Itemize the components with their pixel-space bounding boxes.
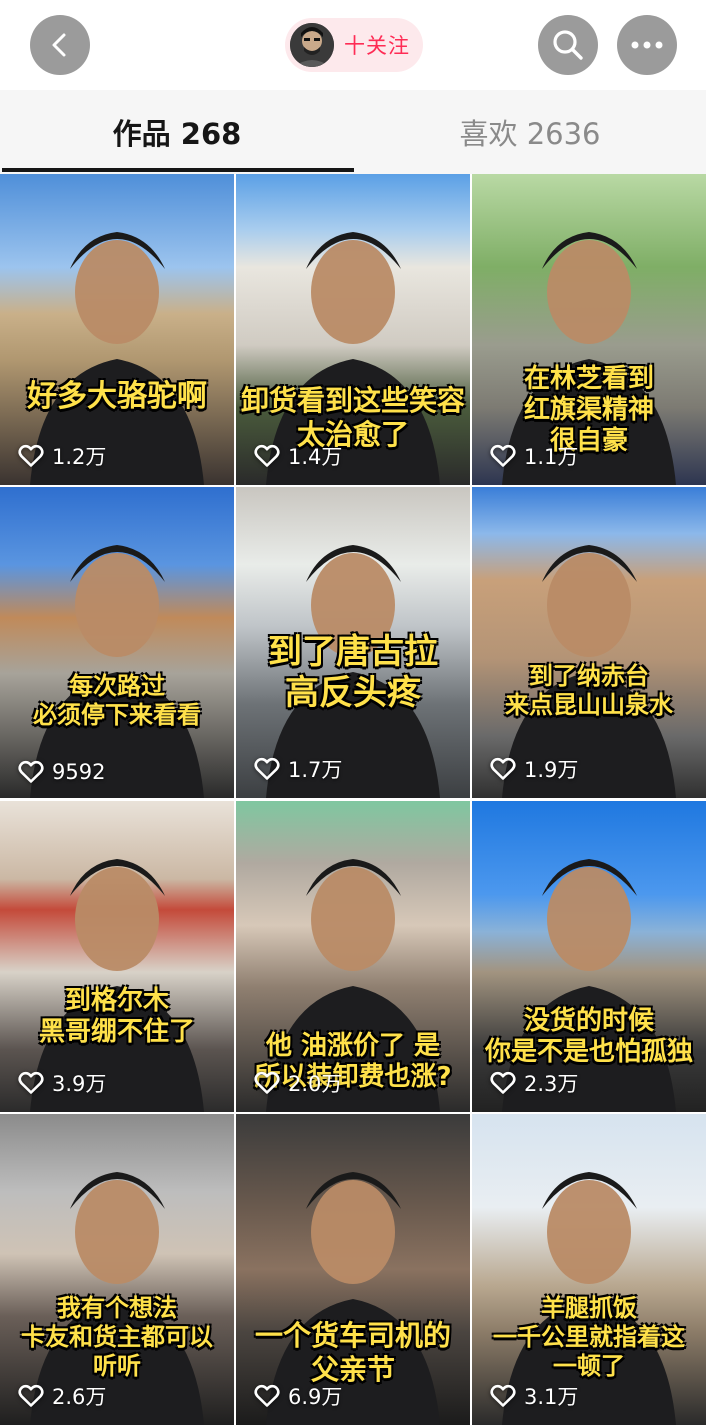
caption-line: 必须停下来看看 — [33, 700, 201, 729]
like-count-text: 2.3万 — [524, 1072, 579, 1096]
video-caption: 没货的时候 你是不是也怕孤独 — [472, 1006, 706, 1068]
caption-line: 卸货看到这些笑容 — [240, 384, 465, 417]
like-count-text: 2.6万 — [52, 1385, 107, 1409]
video-thumbnail[interactable]: 我有个想法 卡友和货主都可以 听听 2.6万 — [0, 1114, 234, 1425]
like-count: 2.0万 — [254, 1068, 342, 1098]
video-thumbnail[interactable]: 好多大骆驼啊 1.2万 — [0, 174, 234, 485]
search-icon — [553, 30, 583, 60]
video-thumbnail[interactable]: 没货的时候 你是不是也怕孤独 2.3万 — [472, 801, 706, 1112]
caption-line: 到了纳赤台 — [529, 662, 649, 690]
like-count: 1.4万 — [254, 441, 342, 471]
more-button[interactable] — [617, 15, 677, 75]
search-button[interactable] — [538, 15, 598, 75]
more-dots-icon — [631, 41, 663, 49]
like-count-text: 3.1万 — [524, 1385, 579, 1409]
heart-icon — [490, 1071, 516, 1094]
caption-line: 一千公里就指着这 — [493, 1322, 685, 1351]
video-thumbnail[interactable]: 每次路过 必须停下来看看 9592 — [0, 487, 234, 798]
like-count: 1.2万 — [18, 441, 106, 471]
like-count: 2.6万 — [18, 1381, 106, 1411]
like-count-text: 1.1万 — [524, 445, 579, 469]
like-count-text: 6.9万 — [288, 1385, 343, 1409]
heart-icon — [490, 1384, 516, 1407]
like-count-text: 1.9万 — [524, 758, 579, 782]
caption-line: 卡友和货主都可以 — [21, 1322, 213, 1351]
caption-line: 羊腿抓饭 — [541, 1294, 637, 1322]
like-count: 1.7万 — [254, 754, 342, 784]
video-thumbnail[interactable]: 卸货看到这些笑容 太治愈了 1.4万 — [236, 174, 470, 485]
video-thumbnail[interactable]: 到了纳赤台 来点昆山山泉水 1.9万 — [472, 487, 706, 798]
heart-icon — [254, 1071, 280, 1094]
caption-line: 好多大骆驼啊 — [27, 379, 207, 414]
video-caption: 到了纳赤台 来点昆山山泉水 — [472, 662, 706, 720]
thumbnail-image — [0, 801, 234, 1112]
caption-line: 你是不是也怕孤独 — [484, 1037, 693, 1068]
heart-icon — [254, 1384, 280, 1407]
thumbnail-image — [0, 487, 234, 798]
active-tab-indicator — [2, 168, 354, 172]
tab-works[interactable]: 作品 268 — [0, 90, 354, 174]
caption-line: 在林芝看到 — [523, 364, 654, 394]
heart-icon — [490, 444, 516, 467]
video-thumbnail[interactable]: 羊腿抓饭 一千公里就指着这 一顿了 3.1万 — [472, 1114, 706, 1425]
video-caption: 每次路过 必须停下来看看 — [0, 672, 234, 730]
like-count-text: 9592 — [52, 760, 106, 784]
caption-line: 来点昆山山泉水 — [505, 690, 673, 719]
video-caption: 我有个想法 卡友和货主都可以 听听 — [0, 1294, 234, 1380]
back-button[interactable] — [30, 15, 90, 75]
like-count-text: 3.9万 — [52, 1072, 107, 1096]
chevron-left-icon — [52, 33, 66, 57]
like-count: 9592 — [18, 760, 105, 784]
caption-line: 到格尔木 — [64, 986, 169, 1016]
like-count-text: 2.0万 — [288, 1072, 343, 1096]
caption-line: 我有个想法 — [57, 1294, 177, 1322]
heart-icon — [18, 1071, 44, 1094]
caption-line: 他 油涨价了 是 — [265, 1031, 441, 1061]
video-caption: 好多大骆驼啊 — [0, 379, 234, 415]
like-count: 1.9万 — [490, 754, 578, 784]
video-thumbnail[interactable]: 到格尔木 黑哥绷不住了 3.9万 — [0, 801, 234, 1112]
tab-likes[interactable]: 喜欢 2636 — [354, 90, 706, 174]
video-caption: 羊腿抓饭 一千公里就指着这 一顿了 — [472, 1294, 706, 1380]
follow-button[interactable]: 十关注 — [285, 18, 423, 72]
heart-icon — [254, 444, 280, 467]
caption-line: 一个货车司机的 — [254, 1319, 451, 1352]
avatar[interactable] — [290, 23, 334, 67]
thumbnail-image — [0, 174, 234, 485]
heart-icon — [254, 757, 280, 780]
like-count-text: 1.4万 — [288, 445, 343, 469]
video-thumbnail[interactable]: 他 油涨价了 是所以装卸费也涨? 2.0万 — [236, 801, 470, 1112]
top-bar: 十关注 — [0, 0, 706, 90]
follow-label: 十关注 — [344, 34, 410, 58]
like-count: 3.9万 — [18, 1068, 106, 1098]
profile-tabs: 作品 268 喜欢 2636 — [0, 90, 706, 174]
video-grid: 好多大骆驼啊 1.2万 卸货看到这些笑容 太治愈了 1.4万 在林芝看到 红旗渠精神 很自豪 1… — [0, 174, 706, 1425]
video-thumbnail[interactable]: 到了唐古拉 高反头疼 1.7万 — [236, 487, 470, 798]
like-count-text: 1.2万 — [52, 445, 107, 469]
video-caption: 到了唐古拉 高反头疼 — [236, 632, 470, 714]
video-caption: 到格尔木 黑哥绷不住了 — [0, 986, 234, 1048]
like-count: 3.1万 — [490, 1381, 578, 1411]
heart-icon — [18, 1384, 44, 1407]
heart-icon — [18, 444, 44, 467]
video-thumbnail[interactable]: 在林芝看到 红旗渠精神 很自豪 1.1万 — [472, 174, 706, 485]
thumbnail-image — [472, 487, 706, 798]
caption-line: 到了唐古拉 — [268, 632, 438, 672]
like-count: 2.3万 — [490, 1068, 578, 1098]
caption-line: 红旗渠精神 — [523, 395, 654, 426]
caption-line: 一顿了 — [553, 1351, 625, 1380]
caption-line: 每次路过 — [69, 672, 165, 700]
video-caption: 一个货车司机的 父亲节 — [236, 1319, 470, 1386]
like-count: 1.1万 — [490, 441, 578, 471]
caption-line: 黑哥绷不住了 — [38, 1017, 195, 1048]
like-count: 6.9万 — [254, 1381, 342, 1411]
caption-line: 高反头疼 — [285, 672, 421, 713]
heart-icon — [490, 757, 516, 780]
video-thumbnail[interactable]: 一个货车司机的 父亲节 6.9万 — [236, 1114, 470, 1425]
caption-line: 没货的时候 — [523, 1006, 654, 1036]
heart-icon — [18, 760, 44, 783]
like-count-text: 1.7万 — [288, 758, 343, 782]
caption-line: 听听 — [93, 1351, 141, 1380]
